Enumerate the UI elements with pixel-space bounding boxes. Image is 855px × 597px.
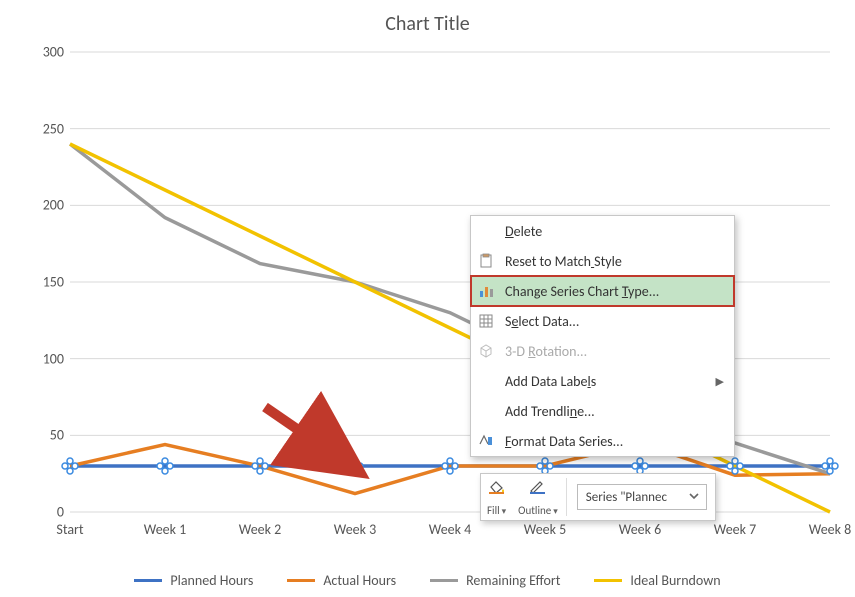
menu-item-label: 3-D Rotation...: [505, 343, 724, 360]
menu-item-format-series[interactable]: Format Data Series...: [471, 426, 734, 456]
y-tick-label: 0: [30, 504, 64, 521]
legend-item[interactable]: Ideal Burndown: [594, 572, 720, 589]
menu-item-label: Change Series Chart Type...: [505, 283, 724, 300]
x-tick-label: Week 7: [714, 521, 757, 538]
menu-item-change-chart-type[interactable]: Change Series Chart Type...: [471, 276, 734, 306]
submenu-arrow-icon: ▶: [716, 375, 724, 388]
x-tick-label: Week 2: [239, 521, 282, 538]
x-tick-label: Week 5: [524, 521, 567, 538]
series-selector[interactable]: Series "Plannec: [577, 484, 707, 510]
x-tick-label: Week 8: [809, 521, 852, 538]
x-tick-label: Week 3: [334, 521, 377, 538]
menu-item-add-trendline[interactable]: Add Trendline...: [471, 396, 734, 426]
fill-button[interactable]: Fill▾: [481, 474, 512, 520]
menu-item-add-data-labels[interactable]: Add Data Labels ▶: [471, 366, 734, 396]
grid-icon: [477, 312, 495, 330]
x-tick-label: Week 1: [144, 521, 187, 538]
clipboard-icon: [477, 252, 495, 270]
legend-label: Remaining Effort: [466, 572, 560, 589]
y-tick-label: 250: [30, 120, 64, 137]
legend-item[interactable]: Planned Hours: [134, 572, 253, 589]
chart-title[interactable]: Chart Title: [0, 12, 855, 36]
outline-label: Outline: [518, 504, 551, 517]
menu-item-label: Add Data Labels: [505, 373, 706, 390]
none-icon: [477, 222, 495, 240]
legend-swatch: [430, 579, 458, 583]
y-tick-label: 150: [30, 274, 64, 291]
y-tick-label: 300: [30, 44, 64, 61]
chart-icon: [477, 282, 495, 300]
none-icon: [477, 402, 495, 420]
pen-icon: [529, 478, 547, 496]
paint-bucket-icon: [488, 478, 506, 496]
legend-label: Actual Hours: [323, 572, 396, 589]
legend-label: Ideal Burndown: [630, 572, 720, 589]
menu-item-label: Reset to Match Style: [505, 253, 724, 270]
menu-item-label: Add Trendline...: [505, 403, 724, 420]
legend-label: Planned Hours: [170, 572, 253, 589]
cube-icon: [477, 342, 495, 360]
menu-item-select-data[interactable]: Select Data...: [471, 306, 734, 336]
y-tick-label: 50: [30, 427, 64, 444]
format-icon: [477, 432, 495, 450]
y-tick-label: 200: [30, 197, 64, 214]
none-icon: [477, 372, 495, 390]
legend-swatch: [594, 579, 622, 583]
menu-item-3d-rotation: 3-D Rotation...: [471, 336, 734, 366]
legend-item[interactable]: Remaining Effort: [430, 572, 560, 589]
legend[interactable]: Planned Hours Actual Hours Remaining Effor…: [0, 572, 855, 589]
menu-item-label: Format Data Series...: [505, 433, 724, 450]
chevron-down-icon: [688, 490, 700, 505]
mini-toolbar: Fill▾ Outline▾ Series "Plannec: [480, 473, 716, 521]
x-tick-label: Week 6: [619, 521, 662, 538]
legend-swatch: [287, 579, 315, 583]
y-tick-label: 100: [30, 350, 64, 367]
x-tick-label: Start: [56, 521, 83, 538]
menu-item-delete[interactable]: Delete: [471, 216, 734, 246]
menu-item-label: Select Data...: [505, 313, 724, 330]
fill-label: Fill: [487, 504, 500, 517]
outline-button[interactable]: Outline▾: [512, 474, 564, 520]
legend-swatch: [134, 579, 162, 583]
toolbar-separator: [566, 478, 567, 516]
menu-item-reset-style[interactable]: Reset to Match Style: [471, 246, 734, 276]
legend-item[interactable]: Actual Hours: [287, 572, 396, 589]
series-selector-value: Series "Plannec: [586, 490, 667, 505]
x-tick-label: Week 4: [429, 521, 472, 538]
menu-item-label: Delete: [505, 223, 724, 240]
context-menu: Delete Reset to Match Style Change Series …: [470, 215, 735, 457]
chart-stage: Chart Title 0 50 100 150 200 250 300 Start Week…: [0, 0, 855, 597]
